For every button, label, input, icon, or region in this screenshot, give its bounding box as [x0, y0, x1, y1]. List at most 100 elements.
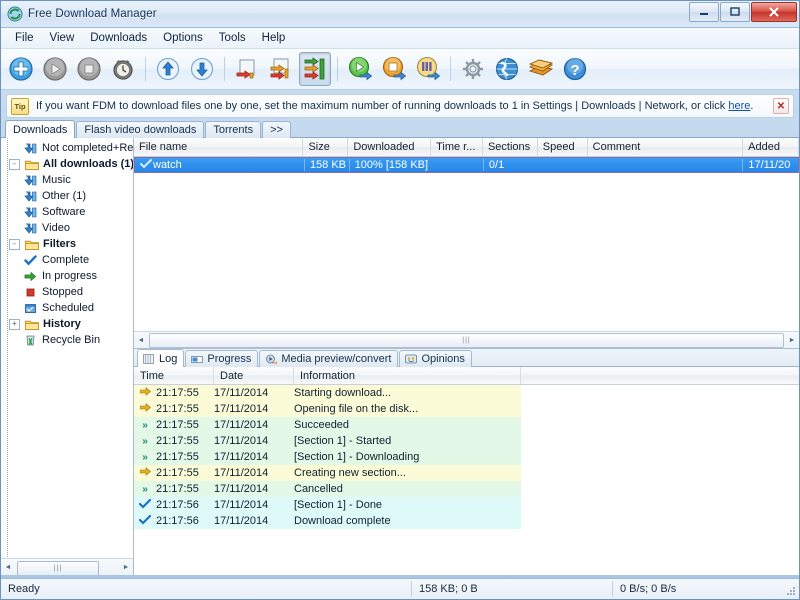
list-item[interactable]: » 21:17:55 17/11/2014 [Section 1] - Star… — [134, 433, 521, 449]
start-all-button[interactable] — [344, 52, 376, 86]
column-header-sections[interactable]: Sections — [483, 138, 538, 156]
scrollbar-thumb[interactable]: ||| — [17, 561, 99, 576]
library-button[interactable] — [525, 52, 557, 86]
scroll-right-arrow-icon[interactable]: ► — [785, 333, 799, 347]
menu-options[interactable]: Options — [155, 30, 211, 46]
stop-download-button[interactable] — [73, 52, 105, 86]
cell-file-name[interactable]: watch — [135, 159, 304, 172]
menu-downloads[interactable]: Downloads — [82, 30, 155, 46]
tab-opinions[interactable]: Opinions — [399, 350, 471, 367]
column-header-size[interactable]: Size — [303, 138, 348, 156]
sidebar-item-filters[interactable]: - Filters — [1, 236, 133, 252]
log-time: 21:17:55 — [156, 403, 214, 415]
delete-download-button[interactable] — [231, 52, 263, 86]
menu-view[interactable]: View — [42, 30, 83, 46]
tab-progress[interactable]: Progress — [185, 350, 258, 367]
stop-all-button[interactable] — [378, 52, 410, 86]
sidebar-item-in-progress[interactable]: In progress — [1, 268, 133, 284]
toolbar-separator — [145, 57, 146, 81]
list-item[interactable]: » 21:17:55 17/11/2014 Succeeded — [134, 417, 521, 433]
tab-log[interactable]: Log — [137, 349, 184, 367]
log-date: 17/11/2014 — [214, 435, 292, 447]
tip-close-button[interactable]: ✕ — [773, 98, 789, 114]
add-download-button[interactable] — [5, 52, 37, 86]
tab-downloads[interactable]: Downloads — [5, 120, 75, 138]
sidebar-item-music[interactable]: Music — [1, 172, 133, 188]
scroll-right-arrow-icon[interactable]: ► — [119, 560, 133, 574]
schedule-button[interactable] — [107, 52, 139, 86]
tree-collapse-icon[interactable]: - — [9, 159, 20, 170]
settings-button[interactable] — [457, 52, 489, 86]
move-down-button[interactable] — [186, 52, 218, 86]
cell-added: 17/11/20 — [742, 159, 798, 171]
yellow-folder-icon — [24, 237, 39, 251]
gear-icon — [460, 56, 486, 82]
table-row[interactable]: watch 158 KB 100% [158 KB] 0/1 17/11/20 — [134, 157, 799, 173]
downloads-horizontal-scrollbar[interactable]: ◄ ||| ► — [134, 331, 799, 348]
sidebar-item-history[interactable]: + History — [1, 316, 133, 332]
column-header-file-name[interactable]: File name — [134, 138, 303, 156]
list-item[interactable]: » 21:17:55 17/11/2014 Cancelled — [134, 481, 521, 497]
tree-collapse-icon[interactable]: - — [9, 239, 20, 250]
column-header-time-remaining[interactable]: Time r... — [431, 138, 483, 156]
tree-expand-icon[interactable]: + — [9, 319, 20, 330]
sidebar-item-label: Music — [42, 174, 71, 186]
sidebar-item-other[interactable]: Other (1) — [1, 188, 133, 204]
sidebar-horizontal-scrollbar[interactable]: ◄ ||| ► — [1, 558, 133, 575]
sidebar-item-complete[interactable]: Complete — [1, 252, 133, 268]
alarm-clock-icon — [110, 56, 136, 82]
help-button[interactable]: ? — [559, 52, 591, 86]
sidebar-item-software[interactable]: Software — [1, 204, 133, 220]
scrollbar-thumb[interactable]: ||| — [149, 333, 784, 348]
column-header-time[interactable]: Time — [134, 367, 214, 384]
scrollbar-track[interactable]: ||| — [15, 561, 119, 574]
column-header-downloaded[interactable]: Downloaded — [348, 138, 431, 156]
menu-tools[interactable]: Tools — [211, 30, 254, 46]
log-time: 21:17:56 — [156, 515, 214, 527]
menu-help[interactable]: Help — [254, 30, 294, 46]
log-date: 17/11/2014 — [214, 403, 292, 415]
maximize-button[interactable] — [720, 2, 750, 22]
list-item[interactable]: 21:17:55 17/11/2014 Starting download... — [134, 385, 521, 401]
column-header-added[interactable]: Added — [743, 138, 799, 156]
list-item[interactable]: 21:17:56 17/11/2014 Download complete — [134, 513, 521, 529]
move-up-button[interactable] — [152, 52, 184, 86]
resize-grip-icon[interactable] — [785, 585, 797, 597]
column-header-information[interactable]: Information — [294, 367, 521, 384]
column-header-date[interactable]: Date — [214, 367, 294, 384]
minimize-button[interactable] — [689, 2, 719, 22]
sidebar-item-scheduled[interactable]: Scheduled — [1, 300, 133, 316]
column-header-comment[interactable]: Comment — [588, 138, 744, 156]
column-header-speed[interactable]: Speed — [538, 138, 588, 156]
sidebar-item-all-downloads[interactable]: - All downloads (1) — [1, 156, 133, 172]
start-download-button[interactable] — [39, 52, 71, 86]
tip-here-link[interactable]: here — [728, 100, 750, 112]
site-manager-button[interactable] — [412, 52, 444, 86]
close-button[interactable] — [751, 2, 797, 22]
browser-button[interactable] — [491, 52, 523, 86]
list-item[interactable]: 21:17:55 17/11/2014 Opening file on the … — [134, 401, 521, 417]
log-time: 21:17:55 — [156, 435, 214, 447]
yellow-arrow-icon — [134, 387, 156, 399]
delete-completed-button[interactable] — [265, 52, 297, 86]
scroll-left-arrow-icon[interactable]: ◄ — [1, 560, 15, 574]
scroll-left-arrow-icon[interactable]: ◄ — [134, 333, 148, 347]
sidebar-item-not-completed[interactable]: Not completed+Rec — [1, 140, 133, 156]
blue-check-icon — [140, 159, 153, 172]
tab-more[interactable]: >> — [262, 121, 291, 138]
blue-question-help-icon: ? — [562, 56, 588, 82]
cell-sections: 0/1 — [483, 159, 538, 171]
list-item[interactable]: 21:17:55 17/11/2014 Creating new section… — [134, 465, 521, 481]
tab-torrents[interactable]: Torrents — [205, 121, 261, 138]
tab-media-preview-convert[interactable]: Media preview/convert — [259, 350, 398, 367]
yellow-arrow-icon — [134, 403, 156, 415]
list-item[interactable]: 21:17:56 17/11/2014 [Section 1] - Done — [134, 497, 521, 513]
menu-file[interactable]: File — [7, 30, 42, 46]
properties-button[interactable] — [299, 52, 331, 86]
list-item[interactable]: » 21:17:55 17/11/2014 [Section 1] - Down… — [134, 449, 521, 465]
sidebar-item-recycle-bin[interactable]: Recycle Bin — [1, 332, 133, 348]
status-ready-text: Ready — [1, 579, 411, 599]
sidebar-item-stopped[interactable]: Stopped — [1, 284, 133, 300]
sidebar-item-video[interactable]: Video — [1, 220, 133, 236]
tab-flash-video-downloads[interactable]: Flash video downloads — [76, 121, 204, 138]
